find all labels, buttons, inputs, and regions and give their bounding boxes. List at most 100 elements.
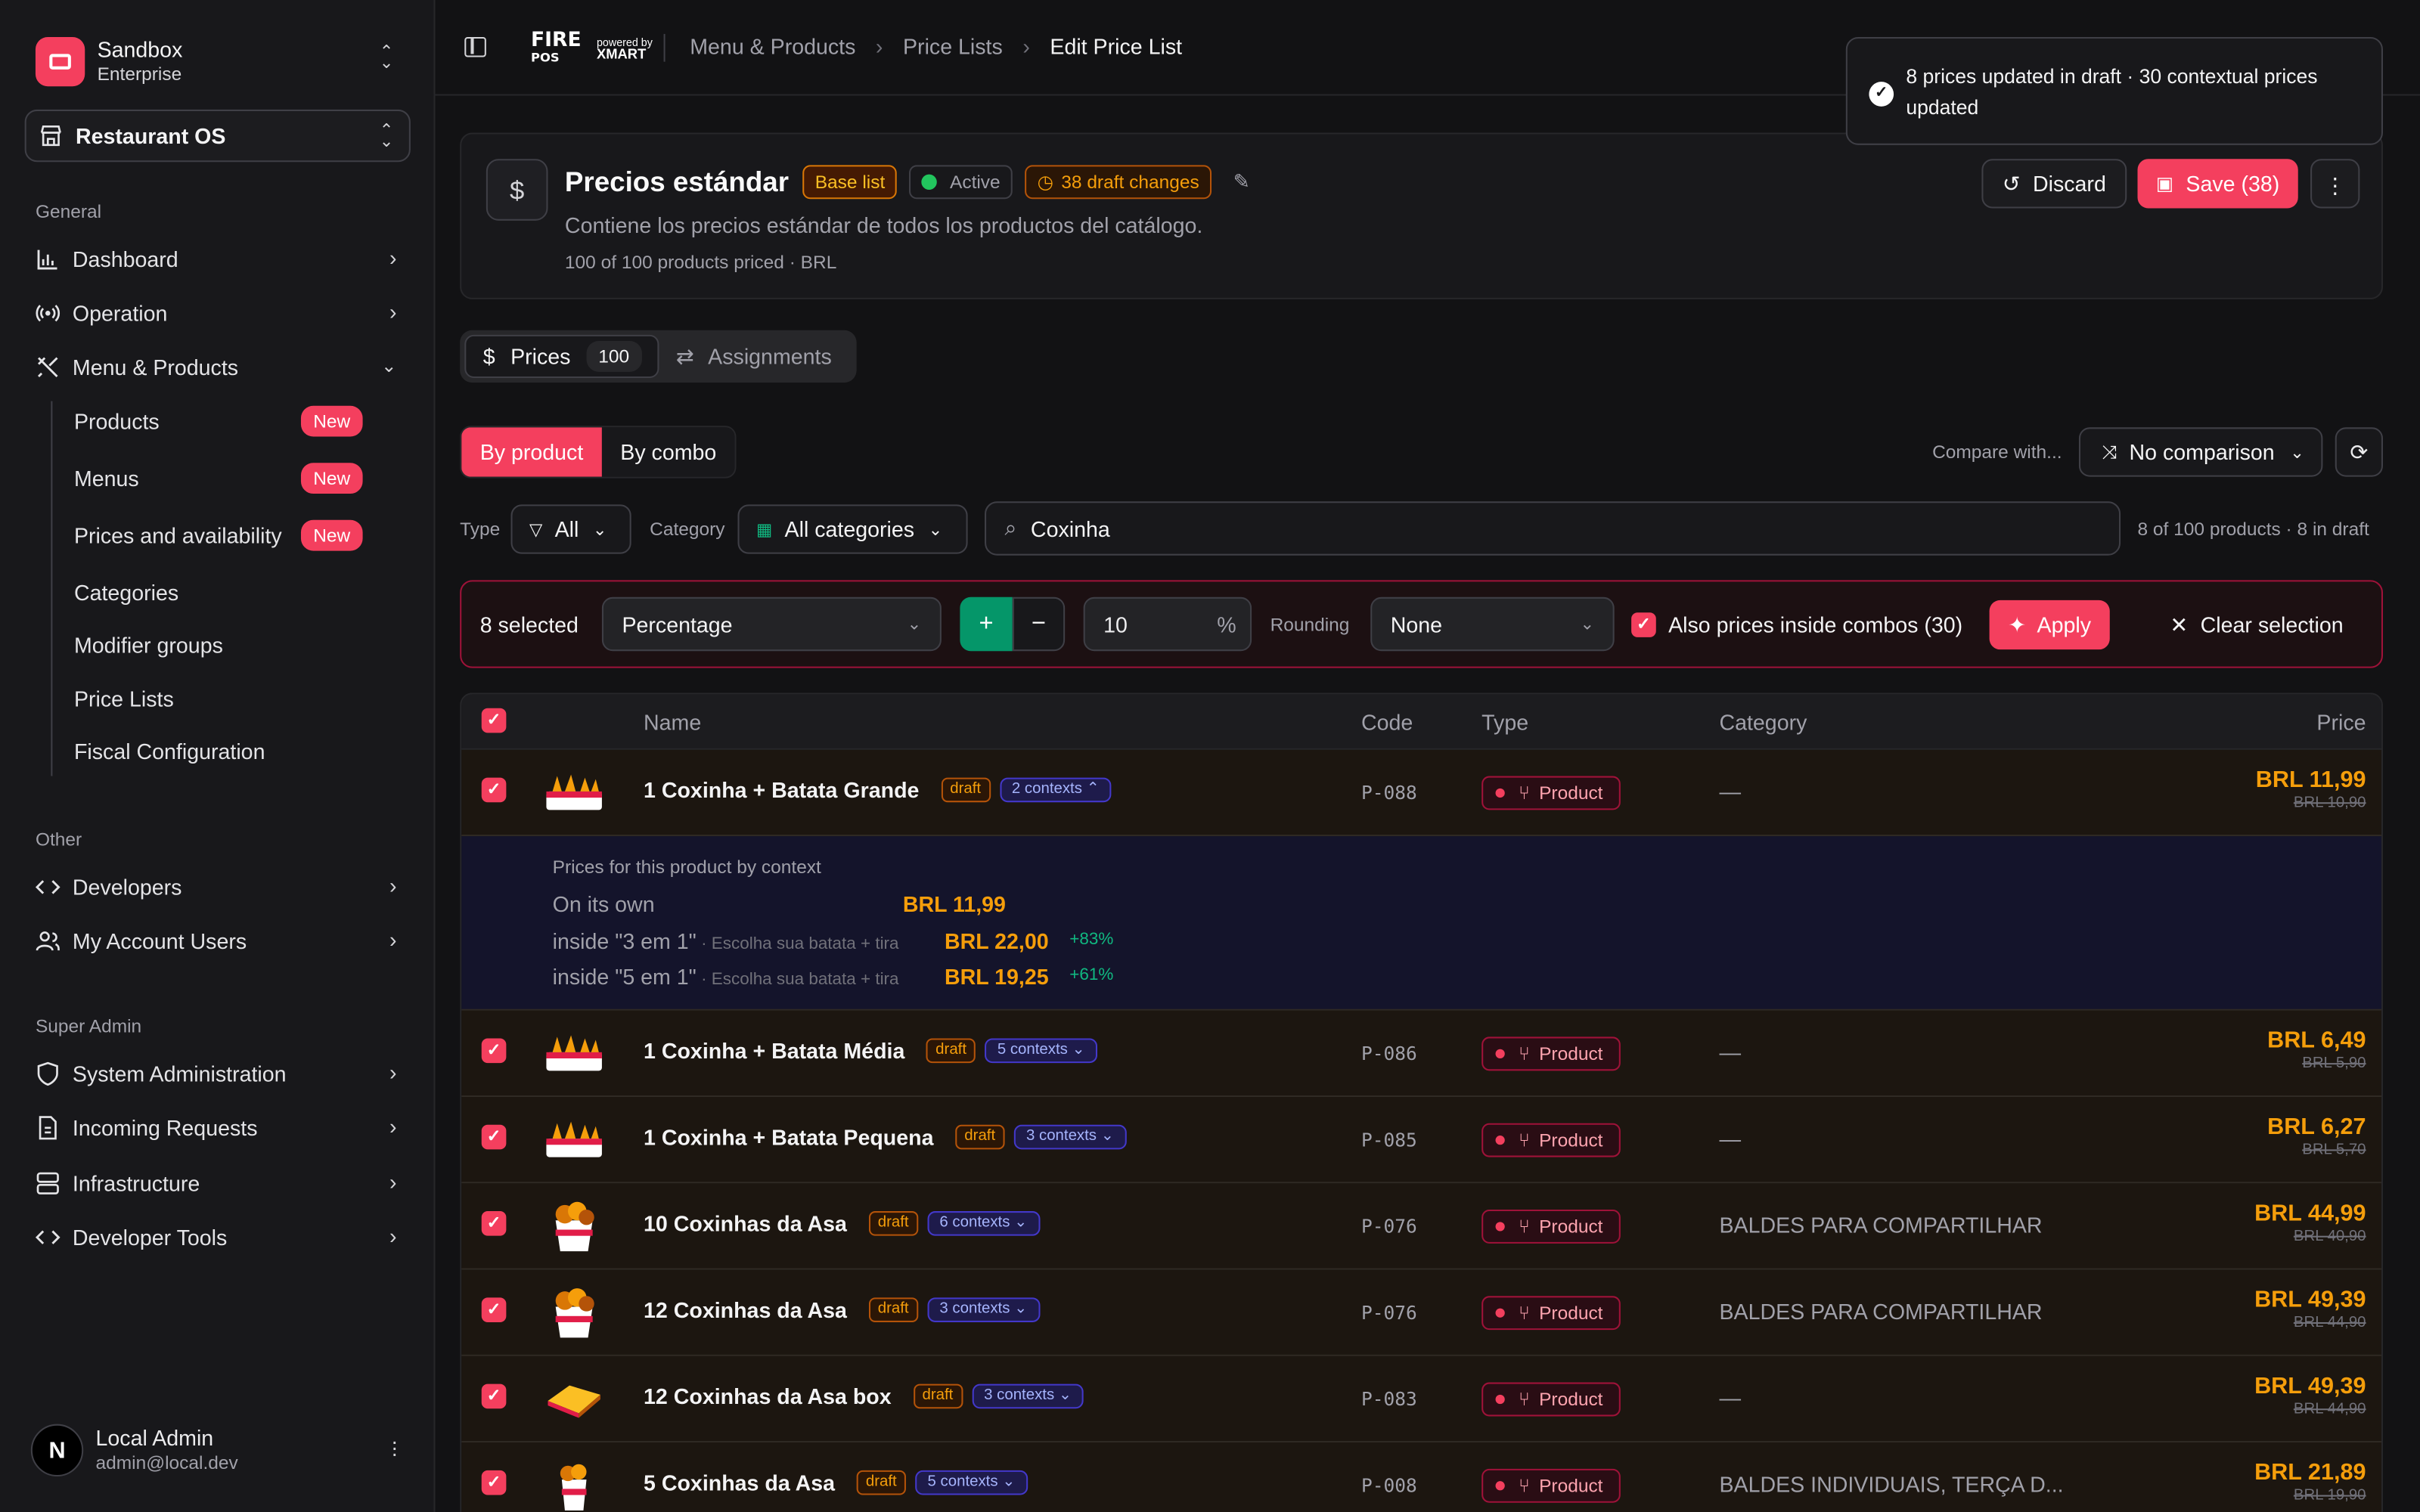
apply-button[interactable]: ✦ Apply (1989, 600, 2110, 650)
sidebar-item-modifier-groups[interactable]: Modifier groups (74, 625, 368, 665)
sidebar-item-prices-availability[interactable]: Prices and availability New (74, 516, 368, 556)
sidebar-item-menus[interactable]: Menus New (74, 458, 368, 498)
sidebar-item-products[interactable]: Products New (74, 401, 368, 442)
row-checkbox[interactable]: ✓ (481, 1383, 507, 1409)
col-code[interactable]: Code (1361, 710, 1413, 735)
adjust-mode-select[interactable]: Percentage ⌄ (601, 596, 942, 652)
nav-developers[interactable]: Developers › (35, 869, 406, 906)
col-name[interactable]: Name (644, 710, 701, 735)
refresh-icon[interactable]: ⟳ (2335, 427, 2383, 477)
search-value: Coxinha (1030, 516, 1110, 541)
chevron-down-icon: ⌄ (592, 520, 607, 540)
table-row[interactable]: ✓ 1 Coxinha + Batata Pequena draft 3 conte… (461, 1097, 2381, 1184)
table-row[interactable]: ✓ 12 Coxinhas da Asa draft 3 contexts ⌄ P-… (461, 1269, 2381, 1356)
tab-prices[interactable]: $ Prices 100 (464, 334, 659, 378)
contexts-toggle[interactable]: 3 contexts ⌄ (1013, 1124, 1127, 1150)
nav-developer-tools[interactable]: Developer Tools › (35, 1219, 406, 1256)
row-checkbox[interactable]: ✓ (481, 777, 507, 803)
org-switcher[interactable]: Sandbox Enterprise ⌃ ⌄ (35, 36, 403, 88)
by-combo-button[interactable]: By combo (601, 427, 735, 477)
save-button[interactable]: ▣ Save (38) (2137, 159, 2298, 209)
discard-button[interactable]: ↺ Discard (1981, 159, 2127, 209)
col-type[interactable]: Type (1481, 710, 1528, 735)
breadcrumb-item[interactable]: Menu & Products (690, 34, 855, 59)
more-vertical-icon[interactable]: · · · (391, 1430, 399, 1464)
col-category[interactable]: Category (1719, 710, 1807, 735)
sidebar-item-categories[interactable]: Categories (74, 572, 368, 612)
sidebar-item-fiscal-configuration[interactable]: Fiscal Configuration (74, 731, 368, 771)
price-cell[interactable]: BRL 6,27 BRL 5,70 (2267, 1114, 2366, 1161)
context-price[interactable]: BRL 19,25 (945, 965, 1049, 990)
chevron-updown-icon: ⌃ ⌄ (379, 122, 394, 151)
tab-assignments[interactable]: ⇄ Assignments (676, 335, 832, 378)
row-checkbox[interactable]: ✓ (481, 1038, 507, 1064)
contexts-toggle[interactable]: 3 contexts ⌄ (971, 1383, 1084, 1409)
row-checkbox[interactable]: ✓ (481, 1124, 507, 1150)
context-prices-panel: Prices for this product by context On it… (461, 836, 2381, 1011)
rounding-select[interactable]: None ⌄ (1370, 596, 1615, 652)
nav-incoming-requests[interactable]: Incoming Requests › (36, 1109, 406, 1146)
checkbox-checked-icon[interactable]: ✓ (1631, 612, 1656, 637)
price-cell[interactable]: BRL 21,89 BRL 19,90 (2254, 1461, 2366, 1507)
contexts-toggle[interactable]: 2 contexts ⌃ (999, 777, 1112, 803)
select-all-checkbox[interactable]: ✓ (481, 708, 507, 733)
section-super-admin: Super Admin (35, 1015, 142, 1037)
draft-badge: draft (868, 1297, 918, 1322)
product-code: P-083 (1360, 1388, 1417, 1411)
by-product-button[interactable]: By product (461, 427, 602, 477)
row-checkbox[interactable]: ✓ (481, 1297, 507, 1322)
type-filter[interactable]: ▽ All ⌄ (510, 504, 631, 554)
price-cell[interactable]: BRL 11,99 BRL 10,90 (2256, 767, 2366, 814)
sidebar-toggle-icon[interactable] (464, 36, 486, 57)
table-row[interactable]: ✓ 1 Coxinha + Batata Média draft 5 context… (461, 1010, 2381, 1098)
sidebar-item-price-lists[interactable]: Price Lists (74, 679, 368, 719)
table-row[interactable]: ✓ 1 Coxinha + Batata Grande draft 2 contex… (461, 749, 2381, 837)
amount-input[interactable]: 10% (1083, 596, 1252, 652)
nav-infrastructure[interactable]: Infrastructure › (36, 1165, 406, 1202)
breadcrumb-item[interactable]: Price Lists (903, 34, 1003, 59)
table-row[interactable]: ✓ 5 Coxinhas da Asa draft 5 contexts ⌄ P-0… (461, 1442, 2381, 1512)
row-checkbox[interactable]: ✓ (481, 1211, 507, 1236)
workspace-select[interactable]: Restaurant OS ⌃ ⌄ (24, 109, 411, 163)
nav-label: My Account Users (72, 928, 247, 954)
status-dot-icon (1495, 1222, 1505, 1232)
section-other: Other (35, 828, 82, 850)
edit-pencil-icon[interactable]: ✎ (1233, 169, 1250, 194)
context-detail: · Escolha sua batata + tira (696, 970, 899, 990)
contexts-toggle[interactable]: 5 contexts ⌄ (915, 1470, 1028, 1495)
contexts-toggle[interactable]: 5 contexts ⌄ (985, 1038, 1098, 1064)
status-dot-icon (1495, 1136, 1505, 1145)
more-vertical-icon[interactable]: ⋮ (2310, 159, 2360, 209)
category-filter[interactable]: ▦ All categories ⌄ (737, 504, 968, 554)
price-cell[interactable]: BRL 49,39 BRL 44,90 (2254, 1287, 2366, 1334)
clear-selection-button[interactable]: ✕ Clear selection (2170, 612, 2343, 639)
compare-select[interactable]: ⤨ No comparison ⌄ (2078, 427, 2323, 477)
product-code: P-076 (1360, 1216, 1417, 1238)
row-checkbox[interactable]: ✓ (481, 1470, 507, 1495)
context-price[interactable]: BRL 11,99 (903, 892, 1006, 917)
new-price: BRL 49,39 (2254, 1287, 2366, 1313)
nav-my-account-users[interactable]: My Account Users › (36, 922, 406, 959)
price-cell[interactable]: BRL 49,39 BRL 44,90 (2254, 1374, 2366, 1421)
nav-dashboard[interactable]: Dashboard › (36, 240, 406, 277)
nav-label: Developers (72, 875, 182, 900)
avatar: N (30, 1424, 84, 1477)
contexts-toggle[interactable]: 3 contexts ⌄ (927, 1297, 1040, 1322)
decrease-button[interactable]: − (1012, 596, 1066, 652)
nav-system-administration[interactable]: System Administration › (36, 1055, 406, 1092)
table-row[interactable]: ✓ 10 Coxinhas da Asa draft 6 contexts ⌄ P-… (461, 1183, 2381, 1270)
nav-operation[interactable]: Operation › (36, 295, 406, 332)
also-combos-toggle[interactable]: ✓ Also prices inside combos (30) (1631, 612, 1962, 637)
col-price[interactable]: Price (2316, 710, 2366, 735)
contexts-toggle[interactable]: 6 contexts ⌄ (927, 1211, 1040, 1236)
price-cell[interactable]: BRL 6,49 BRL 5,90 (2267, 1028, 2366, 1075)
increase-button[interactable]: + (960, 596, 1013, 652)
price-cell[interactable]: BRL 44,99 BRL 40,90 (2254, 1201, 2366, 1248)
search-input[interactable]: ⌕ Coxinha (985, 501, 2121, 556)
nav-menu-products[interactable]: Menu & Products ⌄ (36, 349, 406, 386)
table-row[interactable]: ✓ 12 Coxinhas da Asa box draft 3 contexts … (461, 1356, 2381, 1443)
context-price[interactable]: BRL 22,00 (945, 929, 1049, 954)
product-code: P-085 (1360, 1129, 1417, 1151)
user-menu[interactable]: N Local Admin admin@local.dev · · · (30, 1423, 408, 1478)
workspace-label: Restaurant OS (75, 123, 226, 148)
